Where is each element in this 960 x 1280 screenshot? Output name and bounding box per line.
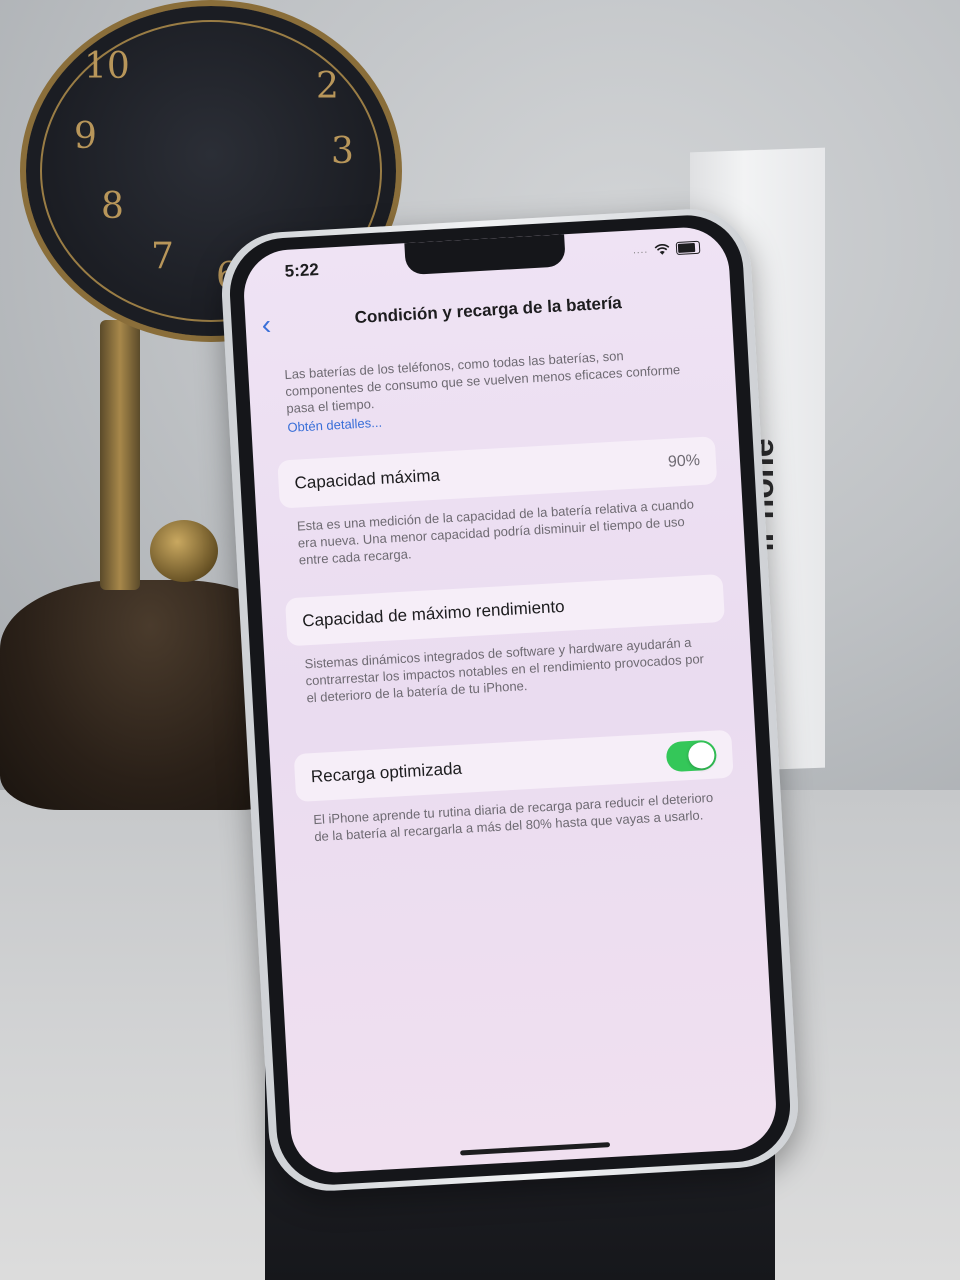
signal-dots: ....: [632, 244, 649, 257]
navigation-bar: ‹ Condición y recarga de la batería: [245, 279, 732, 342]
optimized-charging-toggle[interactable]: [665, 739, 718, 773]
clock-numeral: 3: [331, 131, 354, 172]
peak-performance-note: Sistemas dinámicos integrados de softwar…: [304, 634, 705, 706]
clock-numeral: 10: [84, 46, 130, 87]
clock-stem: [100, 320, 140, 590]
toggle-knob: [687, 741, 716, 770]
battery-icon: [675, 240, 701, 256]
clock-numeral: 8: [101, 186, 124, 227]
page-title: Condición y recarga de la batería: [354, 293, 623, 328]
clock-numeral: 7: [151, 236, 174, 277]
optimized-charging-label: Recarga optimizada: [310, 758, 463, 787]
wifi-icon: [654, 243, 670, 255]
phone-screen: 5:22 .... ‹ Condición y recarga de la ba…: [241, 225, 779, 1175]
home-indicator[interactable]: [460, 1142, 611, 1156]
max-capacity-value: 90%: [667, 452, 701, 471]
max-capacity-label: Capacidad máxima: [294, 465, 441, 493]
battery-level: [677, 243, 695, 253]
intro-text: Las baterías de los teléfonos, como toda…: [284, 343, 701, 436]
clock-numeral: 9: [74, 116, 97, 157]
phone: 5:22 .... ‹ Condición y recarga de la ba…: [218, 205, 802, 1195]
clock-ornament: [150, 520, 218, 582]
status-icons: ....: [632, 240, 701, 258]
clock-numeral: 2: [316, 66, 339, 107]
status-time: 5:22: [284, 260, 320, 281]
peak-performance-label: Capacidad de máximo rendimiento: [301, 596, 566, 631]
max-capacity-note: Esta es una medición de la capacidad de …: [296, 496, 695, 568]
